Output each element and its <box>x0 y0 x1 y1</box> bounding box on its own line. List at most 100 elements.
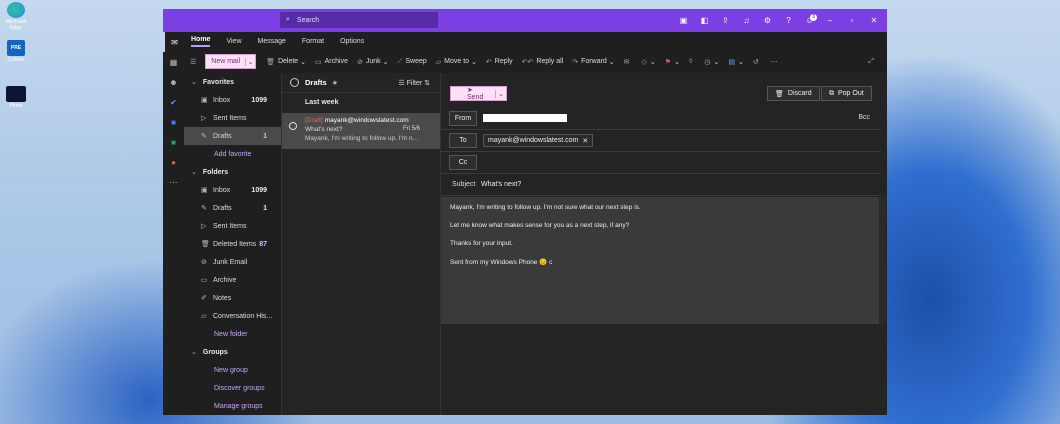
chevron-down-icon: ⌄ <box>191 349 197 356</box>
pin-icon[interactable]: ◊ <box>689 58 695 65</box>
cc-button[interactable]: Cc <box>449 155 477 170</box>
folder-item-archive[interactable]: ▭ Archive <box>184 271 281 289</box>
compose-scrollbar[interactable] <box>879 197 886 324</box>
forward-label: Forward <box>581 58 607 65</box>
manage-groups-link[interactable]: Manage groups <box>184 397 281 415</box>
discard-icon: 🗑 <box>775 90 784 98</box>
folder-item-notes[interactable]: ✐ Notes <box>184 289 281 307</box>
filter-button[interactable]: ☰ Filter ⇅ <box>398 79 430 87</box>
folder-label: Archive <box>213 276 237 284</box>
favorites-header[interactable]: ⌄ Favorites <box>184 73 281 91</box>
select-all-icon[interactable] <box>290 78 299 87</box>
rules-icon[interactable]: ▤ ⌄ <box>728 58 744 66</box>
move-to-button[interactable]: ▱ Move to ⌄ <box>436 58 477 66</box>
bell-icon[interactable]: ♫ <box>736 16 757 25</box>
ribbon-toolbar: ☰ New mail ⌄ 🗑 Delete ⌄ ▭ Archive ⊘ Junk ⌄ … <box>184 50 887 73</box>
excel-app-icon[interactable]: ■ <box>163 132 184 152</box>
folder-item-junk[interactable]: ⊘ Junk Email <box>184 253 281 271</box>
bcc-link[interactable]: Bcc <box>858 114 870 121</box>
snooze-icon[interactable]: ◷ ⌄ <box>704 58 719 66</box>
groups-header[interactable]: ⌄ Groups <box>184 343 281 361</box>
discard-button[interactable]: 🗑 Discard <box>767 86 820 101</box>
tab-format[interactable]: Format <box>302 38 324 45</box>
tab-message[interactable]: Message <box>258 38 286 45</box>
junk-button[interactable]: ⊘ Junk ⌄ <box>357 58 388 66</box>
archive-button[interactable]: ▭ Archive <box>315 58 348 66</box>
tab-view[interactable]: View <box>226 38 241 45</box>
new-folder-link[interactable]: New folder <box>184 325 281 343</box>
word-app-icon[interactable]: ■ <box>163 112 184 132</box>
undo-icon[interactable]: ↺ <box>753 58 762 66</box>
cc-row: Cc <box>441 152 881 174</box>
folder-label: Notes <box>213 294 232 302</box>
remove-recipient-icon[interactable]: ✕ <box>582 137 588 145</box>
pop-out-button[interactable]: ⧉ Pop Out <box>821 86 872 101</box>
favorites-item-sent[interactable]: ▷ Sent Items <box>184 109 281 127</box>
close-icon[interactable]: ✕ <box>863 16 885 25</box>
expand-icon[interactable]: ⤢ <box>868 58 877 66</box>
notes-icon: ✐ <box>201 295 207 302</box>
from-button[interactable]: From <box>449 111 477 126</box>
reply-all-button[interactable]: ↶↶ Reply all <box>522 58 564 66</box>
folder-item-sent[interactable]: ▷ Sent Items <box>184 217 281 235</box>
feedback-icon[interactable]: ☺ 3 <box>799 14 820 25</box>
message-item[interactable]: [Draft] mayank@windowslatest.com What's n… <box>282 113 440 149</box>
recipient-chip[interactable]: mayank@windowslatest.com ✕ <box>483 134 594 147</box>
ribbon-tabs: Home View Message Format Options <box>184 32 887 50</box>
desktop-icon-photo[interactable]: Photo <box>4 86 28 109</box>
desktop-icon-edge[interactable]: Microsoft Edge <box>4 2 28 31</box>
send-icon: ➤ <box>467 87 473 94</box>
add-favorite-link[interactable]: Add favorite <box>184 145 281 163</box>
app-nav-rail: ✉ ▦ ☻ ✔ ■ ■ ● ⋯ <box>163 32 184 415</box>
folder-item-deleted[interactable]: 🗑 Deleted Items 87 <box>184 235 281 253</box>
todo-icon[interactable]: ✔ <box>163 92 184 112</box>
subject-input[interactable]: What's next? <box>481 181 521 188</box>
select-radio[interactable] <box>289 122 297 130</box>
help-icon[interactable]: ? <box>778 16 799 25</box>
forward-button[interactable]: ↷ Forward ⌄ <box>572 58 614 66</box>
chevron-down-icon[interactable]: ⌄ <box>245 57 255 66</box>
powerpoint-app-icon[interactable]: ● <box>163 152 184 172</box>
maximize-icon[interactable]: ▫ <box>841 16 863 25</box>
folder-item-inbox[interactable]: ▣ Inbox 1099 <box>184 181 281 199</box>
new-group-link[interactable]: New group <box>184 361 281 379</box>
word-icon[interactable]: ◧ <box>694 16 715 25</box>
people-icon[interactable]: ☻ <box>163 72 184 92</box>
read-unread-icon[interactable]: ✉ <box>624 58 633 66</box>
new-mail-button[interactable]: New mail ⌄ <box>205 54 257 69</box>
sweep-label: Sweep <box>405 58 427 65</box>
calendar-icon[interactable]: ▦ <box>163 52 184 72</box>
teams-icon[interactable]: ▣ <box>673 16 694 25</box>
more-apps-icon[interactable]: ⋯ <box>163 172 184 192</box>
favorite-star-icon[interactable]: ★ <box>332 79 338 87</box>
message-body-editor[interactable]: Mayank, I'm writing to follow up. I'm no… <box>441 197 879 324</box>
settings-icon[interactable]: ⚙ <box>757 16 778 25</box>
tab-options[interactable]: Options <box>340 38 364 45</box>
more-options-icon[interactable]: ⋯ <box>771 58 781 66</box>
message-recipient: mayank@windowslatest.com <box>324 117 409 124</box>
folder-item-drafts[interactable]: ✎ Drafts 1 <box>184 199 281 217</box>
mail-icon[interactable]: ✉ <box>163 32 184 52</box>
hamburger-icon[interactable]: ☰ <box>190 58 199 66</box>
share-icon[interactable]: ⇪ <box>715 16 736 25</box>
favorites-item-drafts[interactable]: ✎ Drafts 1 <box>184 127 281 145</box>
tab-home[interactable]: Home <box>191 36 211 47</box>
delete-button[interactable]: 🗑 Delete ⌄ <box>266 58 306 66</box>
title-bar: ⌕ Search ▣ ◧ ⇪ ♫ ⚙ ? ☺ 3 – ▫ ✕ <box>163 9 887 32</box>
tag-icon[interactable]: ◇ ⌄ <box>642 58 656 66</box>
sweep-button[interactable]: ⟋ Sweep <box>397 58 426 66</box>
to-button[interactable]: To <box>449 133 477 148</box>
search-input[interactable]: ⌕ Search <box>280 12 438 28</box>
desktop-icon-outlook[interactable]: PRE Outlook <box>4 40 28 63</box>
chevron-down-icon[interactable]: ⌄ <box>495 89 506 98</box>
flag-icon[interactable]: ⚑ ⌄ <box>665 58 680 66</box>
reply-button[interactable]: ↶ Reply <box>486 58 513 66</box>
folders-header[interactable]: ⌄ Folders <box>184 163 281 181</box>
discover-groups-link[interactable]: Discover groups <box>184 379 281 397</box>
favorites-item-inbox[interactable]: ▣ Inbox 1099 <box>184 91 281 109</box>
filter-label: Filter <box>406 79 423 87</box>
minimize-icon[interactable]: – <box>819 16 841 25</box>
chevron-down-icon: ⌄ <box>191 79 197 86</box>
folder-item-conversation-history[interactable]: ▱ Conversation His... <box>184 307 281 325</box>
send-button[interactable]: ➤ Send ⌄ <box>450 86 507 101</box>
